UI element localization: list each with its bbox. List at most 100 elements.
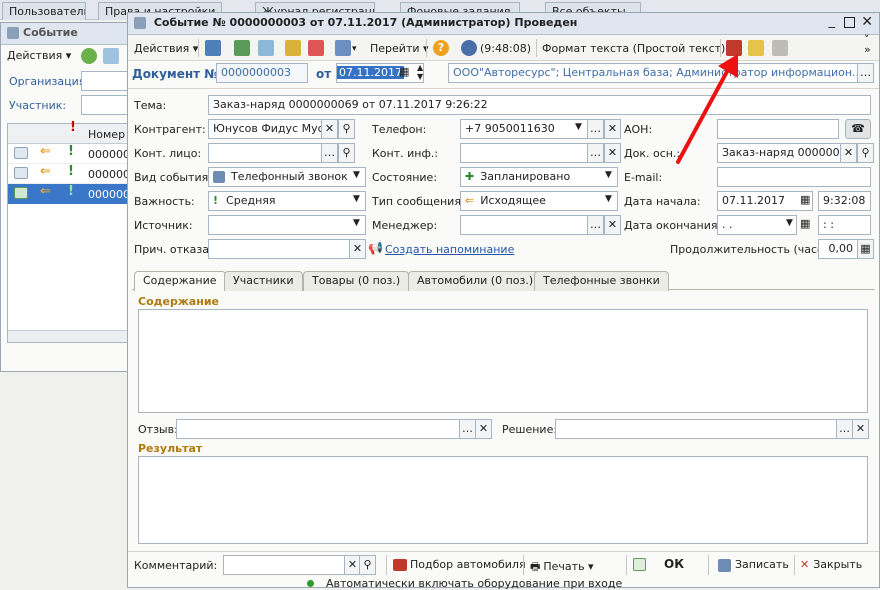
phone-hangup-icon[interactable]: [772, 40, 788, 56]
calendar-icon[interactable]: ▦: [800, 217, 810, 230]
start-date-field[interactable]: 07.11.2017: [717, 191, 813, 211]
feedback-field[interactable]: [176, 419, 460, 439]
search-icon[interactable]: ⚲: [857, 143, 874, 163]
post-icon[interactable]: [285, 40, 301, 56]
close-window-icon[interactable]: ✕: [861, 14, 873, 30]
table-row[interactable]: ⇐ ! 000000: [8, 144, 132, 164]
create-based-on-icon[interactable]: [335, 40, 351, 56]
organization-field[interactable]: ООО"Авторесурс"; Центральная база; Админ…: [448, 63, 858, 83]
chevron-down-icon[interactable]: ▼: [353, 170, 360, 180]
ok-button[interactable]: ОК: [664, 557, 684, 571]
calendar-icon[interactable]: ▦: [800, 193, 810, 206]
doc-date-field[interactable]: 07.11.2017: [336, 63, 424, 83]
contact-info-field[interactable]: [460, 143, 588, 163]
close-button[interactable]: ✕ Закрыть: [800, 558, 862, 571]
print-button[interactable]: 🖶 Печать ▾: [530, 558, 594, 577]
tab-users[interactable]: Пользователи: [2, 2, 86, 20]
clear-icon[interactable]: ✕: [475, 419, 492, 439]
date-spin-icon[interactable]: ▲ ▼: [417, 63, 423, 81]
search-icon[interactable]: ⚲: [359, 555, 376, 575]
counterparty-field[interactable]: Юнусов Фидус Муси: [208, 119, 322, 139]
event-type-field[interactable]: Телефонный звонок: [208, 167, 366, 187]
doc-number-field[interactable]: 0000000003: [216, 63, 308, 83]
chevron-down-icon[interactable]: ▼: [353, 194, 360, 204]
end-date-label: Дата окончания:: [624, 219, 722, 232]
phone-handset-icon[interactable]: ☎: [845, 119, 871, 139]
unpost-icon[interactable]: [308, 40, 324, 56]
content-textarea[interactable]: [138, 309, 868, 413]
car-pick-button[interactable]: Подбор автомобиля: [393, 558, 526, 571]
state-field[interactable]: ✚ Запланировано: [460, 167, 618, 187]
table-row-selected[interactable]: ⇐ ! 000000: [8, 184, 132, 204]
org-filter-field[interactable]: [81, 71, 133, 91]
decision-field[interactable]: [555, 419, 837, 439]
time-button[interactable]: (9:48:08): [480, 39, 531, 59]
topic-field[interactable]: Заказ-наряд 0000000069 от 07.11.2017 9:2…: [208, 95, 871, 115]
refusal-reason-field[interactable]: [208, 239, 350, 259]
save-button[interactable]: Записать: [718, 558, 789, 572]
clear-icon[interactable]: ✕: [321, 119, 338, 139]
search-icon[interactable]: ⚲: [338, 119, 355, 139]
tab-cars[interactable]: Автомобили (0 поз.): [408, 271, 543, 291]
comment-field[interactable]: [223, 555, 345, 575]
manager-select-button[interactable]: …: [587, 215, 604, 235]
duration-field[interactable]: 0,00: [818, 239, 858, 259]
actions-menu[interactable]: Действия ▾: [134, 39, 198, 59]
minimize-icon[interactable]: _: [829, 14, 836, 29]
organization-select-button[interactable]: …: [857, 63, 874, 83]
contact-info-select-button[interactable]: …: [587, 143, 604, 163]
end-time-field[interactable]: : :: [818, 215, 871, 235]
importance-field[interactable]: ! Средняя: [208, 191, 366, 211]
chevron-down-icon[interactable]: ▼: [605, 194, 612, 204]
refresh-icon[interactable]: [234, 40, 250, 56]
tab-phone-calls[interactable]: Телефонные звонки: [534, 271, 669, 291]
result-textarea[interactable]: [138, 456, 868, 544]
chevron-down-icon[interactable]: ▼: [575, 122, 582, 132]
horizontal-scrollbar[interactable]: [8, 330, 132, 342]
goto-menu[interactable]: Перейти ▾: [370, 39, 429, 59]
clear-icon[interactable]: ✕: [349, 239, 366, 259]
clear-icon[interactable]: ✕: [604, 215, 621, 235]
contact-select-button[interactable]: …: [321, 143, 338, 163]
clear-icon[interactable]: ✕: [840, 143, 857, 163]
decision-select-button[interactable]: …: [836, 419, 853, 439]
event-document-window: Событие № 0000000003 от 07.11.2017 (Адми…: [127, 12, 880, 588]
source-field[interactable]: [208, 215, 366, 235]
manager-field[interactable]: [460, 215, 588, 235]
search-icon[interactable]: ⚲: [338, 143, 355, 163]
contact-person-field[interactable]: [208, 143, 322, 163]
tab-participants[interactable]: Участники: [224, 271, 303, 291]
table-row[interactable]: ⇐ ! 000000: [8, 164, 132, 184]
tab-content[interactable]: Содержание: [134, 271, 226, 291]
clock-icon[interactable]: [461, 40, 477, 56]
number-column-header[interactable]: Номер: [88, 128, 125, 141]
start-time-field[interactable]: 9:32:08: [818, 191, 871, 211]
chevron-down-icon[interactable]: ▼: [605, 170, 612, 180]
email-field[interactable]: [717, 167, 871, 187]
create-based-on-dropdown[interactable]: ▾: [352, 39, 357, 59]
msg-type-field[interactable]: ⇐ Исходящее: [460, 191, 618, 211]
more-toolbar-icon[interactable]: ˅»: [864, 34, 871, 55]
chevron-down-icon[interactable]: ▼: [353, 218, 360, 228]
list-actions-menu[interactable]: Действия ▾: [7, 49, 71, 62]
feedback-select-button[interactable]: …: [459, 419, 476, 439]
create-reminder-link[interactable]: Создать напоминание: [385, 243, 514, 256]
post-and-close-icon[interactable]: [205, 40, 221, 56]
clear-icon[interactable]: ✕: [604, 119, 621, 139]
clear-icon[interactable]: ✕: [852, 419, 869, 439]
participant-filter-field[interactable]: [81, 95, 133, 115]
calculator-icon[interactable]: ▦: [857, 239, 874, 259]
copy-icon[interactable]: [103, 48, 119, 64]
tab-goods[interactable]: Товары (0 поз.): [303, 271, 410, 291]
post-check-icon[interactable]: [633, 558, 646, 571]
phone-select-button[interactable]: …: [587, 119, 604, 139]
maximize-icon[interactable]: [844, 17, 855, 28]
chevron-down-icon[interactable]: ▼: [786, 218, 793, 228]
end-date-field[interactable]: . .: [717, 215, 797, 235]
copy-doc-icon[interactable]: [258, 40, 274, 56]
phone-field[interactable]: +7 9050011630: [460, 119, 588, 139]
add-icon[interactable]: [81, 48, 97, 64]
calendar-icon[interactable]: ▦: [399, 65, 409, 78]
clear-icon[interactable]: ✕: [604, 143, 621, 163]
help-icon[interactable]: ?: [433, 40, 449, 56]
